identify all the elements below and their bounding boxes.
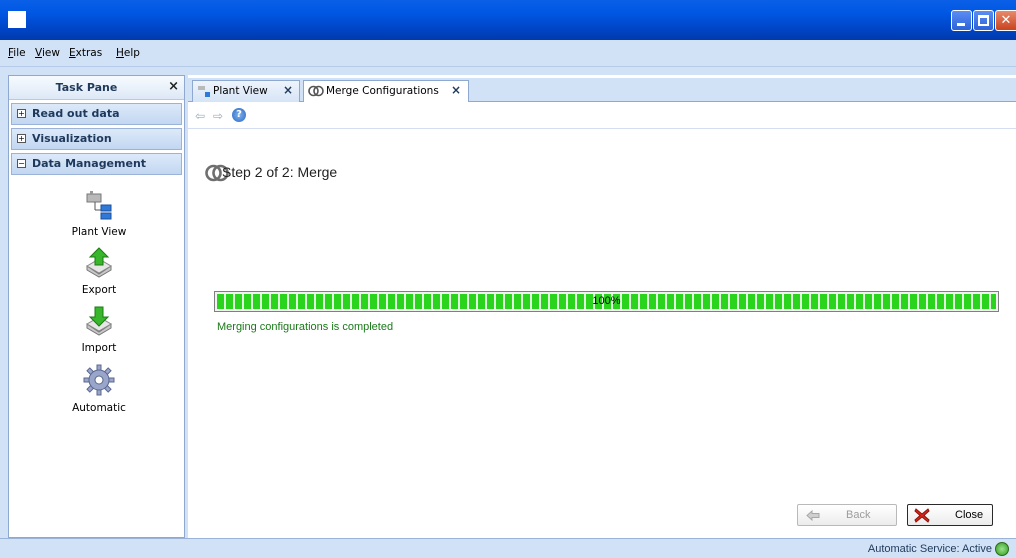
menu-view[interactable]: View [35, 47, 60, 59]
section-data-management[interactable]: − Data Management [11, 153, 182, 175]
title-bar: ✕ [0, 0, 1016, 40]
menu-file-label: ile [13, 47, 26, 59]
menu-file[interactable]: File [8, 47, 26, 59]
menu-help-mnemonic: H [116, 47, 124, 59]
import-icon [86, 306, 112, 336]
section-read-out-data[interactable]: + Read out data [11, 103, 182, 125]
menu-view-mnemonic: V [35, 47, 42, 59]
tool-label: Automatic [72, 402, 126, 414]
frame-top [0, 67, 1016, 75]
back-arrow-icon [806, 510, 820, 521]
plant-view-icon [86, 191, 112, 220]
frame-left [0, 67, 8, 538]
close-icon: ✕ [1000, 13, 1012, 28]
merge-progress-bar: 100% [214, 291, 999, 312]
back-button[interactable]: Back [797, 504, 897, 526]
tool-label: Import [81, 342, 117, 354]
step-title: Step 2 of 2: Merge [222, 164, 338, 180]
minimize-icon [957, 23, 965, 26]
expand-icon: + [17, 134, 26, 143]
menu-extras-label: xtras [75, 47, 103, 59]
task-pane-header: Task Pane × [9, 76, 184, 100]
forward-arrow-icon[interactable]: ⇨ [213, 109, 223, 123]
tab-label: Plant View [213, 85, 268, 97]
tab-merge-configurations[interactable]: Merge Configurations × [303, 80, 469, 103]
menu-extras[interactable]: Extras [69, 47, 102, 59]
close-label: Close [955, 509, 984, 521]
window-close-button[interactable]: ✕ [995, 10, 1016, 31]
section-label: Visualization [32, 132, 112, 145]
section-label: Data Management [32, 157, 147, 170]
help-icon[interactable]: ? [232, 108, 246, 122]
app-icon [8, 11, 26, 28]
plant-view-icon [198, 86, 210, 97]
menu-help-label: elp [123, 47, 140, 59]
maximize-button[interactable] [973, 10, 994, 31]
collapse-icon: − [17, 159, 26, 168]
close-button[interactable]: Close [907, 504, 993, 526]
export-icon [86, 247, 112, 278]
minimize-button[interactable] [951, 10, 972, 31]
status-bar: Automatic Service: Active [0, 538, 1016, 558]
tab-close-icon[interactable]: × [283, 83, 293, 97]
back-arrow-icon[interactable]: ⇦ [195, 109, 205, 123]
status-message: Merging configurations is completed [217, 321, 394, 333]
task-pane-close-button[interactable]: × [168, 79, 179, 94]
maximize-icon [978, 15, 989, 26]
section-label: Read out data [32, 107, 120, 120]
wizard-panel: Step 2 of 2: Merge 100% Merging configur… [188, 129, 1016, 538]
section-visualization[interactable]: + Visualization [11, 128, 182, 150]
menu-help[interactable]: Help [116, 47, 140, 59]
tool-plant-view[interactable]: Plant View [49, 188, 149, 238]
tool-export[interactable]: Export [49, 246, 149, 296]
menu-view-label: iew [41, 47, 60, 59]
task-pane-title: Task Pane [55, 81, 118, 94]
document-tabs: Plant View × Merge Configurations × [188, 78, 1016, 103]
menu-extras-mnemonic: E [69, 47, 76, 59]
expand-icon: + [17, 109, 26, 118]
tab-close-icon[interactable]: × [451, 83, 461, 97]
navigation-toolbar: ⇦ ⇨ ? [188, 102, 1016, 129]
close-icon [914, 508, 930, 523]
gear-icon [83, 364, 115, 396]
menu-bar: File View Extras Help [0, 40, 1016, 67]
service-active-icon [995, 542, 1009, 556]
back-label: Back [846, 509, 871, 521]
tool-label: Export [81, 284, 117, 296]
progress-text: 100% [592, 295, 621, 307]
tab-label: Merge Configurations [326, 85, 439, 97]
tool-import[interactable]: Import [49, 304, 149, 354]
task-pane: Task Pane × + Read out data + Visualizat… [8, 75, 185, 538]
merge-icon [308, 85, 324, 97]
tab-plant-view[interactable]: Plant View × [192, 80, 300, 102]
status-text: Automatic Service: Active [867, 543, 992, 555]
tool-label: Plant View [71, 226, 127, 238]
tool-automatic[interactable]: Automatic [49, 364, 149, 414]
